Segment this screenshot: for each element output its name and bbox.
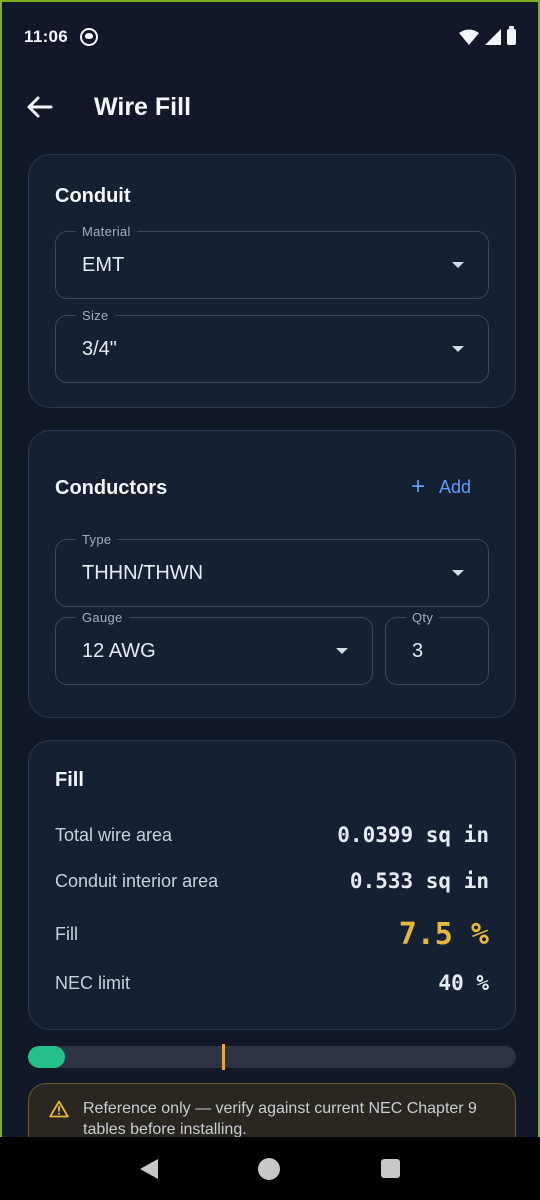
qty-input[interactable]: Qty 3 — [385, 610, 489, 685]
conductors-title: Conductors — [55, 477, 168, 499]
type-select[interactable]: Type THHN/THWN — [55, 532, 489, 607]
battery-icon — [507, 26, 516, 45]
status-indicators — [459, 26, 516, 45]
size-label: Size — [76, 308, 115, 323]
chevron-down-icon — [336, 648, 348, 654]
conduit-interior-area-label: Conduit interior area — [55, 870, 219, 891]
chevron-down-icon — [452, 346, 464, 352]
fill-progress-fill — [28, 1046, 65, 1068]
top-app-bar: Wire Fill — [2, 72, 538, 142]
system-nav-bar — [0, 1137, 540, 1200]
total-wire-area-value: 0.0399 sq in — [337, 823, 489, 847]
nav-recents-icon[interactable] — [380, 1159, 400, 1178]
wifi-icon — [459, 29, 479, 45]
size-select[interactable]: Size 3/4" — [55, 308, 489, 383]
nav-back-icon[interactable] — [140, 1158, 159, 1179]
conduit-interior-area-row: Conduit interior area 0.533 sq in — [55, 869, 489, 893]
add-label: Add — [438, 476, 471, 497]
conduit-interior-area-value: 0.533 sq in — [349, 869, 489, 893]
conduit-card: Conduit Material EMT Size 3/4" — [28, 154, 516, 408]
fill-percent-row: Fill 7.5 % — [55, 917, 489, 952]
chevron-down-icon — [452, 262, 464, 268]
gauge-select[interactable]: Gauge 12 AWG — [55, 610, 373, 685]
qty-label: Qty — [406, 610, 440, 625]
page-title: Wire Fill — [94, 92, 192, 121]
fill-title: Fill — [55, 769, 84, 791]
nec-limit-marker — [221, 1044, 225, 1070]
app-frame: 11:06 Wire Fill Conduit Material EMT Siz… — [0, 0, 540, 1200]
gauge-value: 12 AWG — [82, 639, 156, 662]
material-select[interactable]: Material EMT — [55, 224, 489, 299]
warning-text: Reference only — verify against current … — [83, 1100, 477, 1138]
status-bar: 11:06 — [2, 2, 538, 72]
add-conductor-button[interactable]: + Add — [411, 475, 471, 499]
plus-icon: + — [410, 473, 425, 500]
material-value: EMT — [82, 253, 125, 276]
nec-limit-value: 40 % — [438, 971, 489, 995]
qty-value: 3 — [412, 639, 424, 662]
total-wire-area-label: Total wire area — [55, 824, 173, 845]
signal-icon — [485, 29, 501, 45]
type-label: Type — [76, 532, 118, 547]
nav-home-icon[interactable] — [258, 1157, 281, 1180]
size-value: 3/4" — [82, 337, 117, 360]
back-button[interactable] — [24, 91, 56, 123]
type-value: THHN/THWN — [82, 561, 204, 584]
fill-percent-label: Fill — [55, 924, 78, 944]
gauge-label: Gauge — [76, 610, 129, 625]
fill-card: Fill Total wire area 0.0399 sq in Condui… — [28, 740, 516, 1030]
chevron-down-icon — [452, 570, 464, 576]
app-notification-icon — [80, 28, 99, 46]
total-wire-area-row: Total wire area 0.0399 sq in — [55, 823, 489, 847]
fill-progress-bar — [28, 1046, 516, 1068]
warning-icon — [49, 1100, 69, 1118]
conductors-card: Conductors + Add Type THHN/THWN Gauge 12… — [28, 430, 516, 718]
nec-limit-row: NEC limit 40 % — [55, 971, 489, 995]
status-time: 11:06 — [24, 27, 69, 46]
arrow-left-icon — [27, 96, 53, 118]
material-label: Material — [76, 224, 137, 239]
nec-limit-label: NEC limit — [55, 972, 130, 993]
conduit-title: Conduit — [55, 185, 131, 207]
fill-percent-value: 7.5 % — [398, 917, 489, 952]
